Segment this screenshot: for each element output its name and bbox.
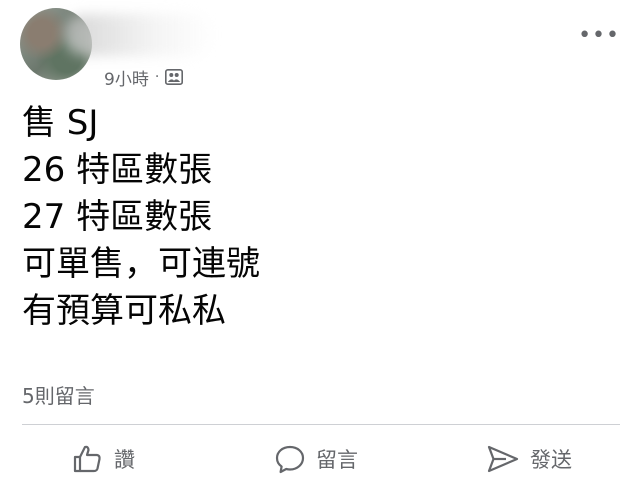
meta-separator: · <box>154 69 160 85</box>
like-label: 讚 <box>114 448 135 472</box>
like-button[interactable]: 讚 <box>72 434 135 484</box>
action-bar: 讚 留言 發送 <box>0 434 640 484</box>
thumbs-up-icon <box>72 443 104 475</box>
post-time[interactable]: 9小時 <box>104 65 149 90</box>
post-line: 可單售，可連號 <box>22 244 260 284</box>
comments-count[interactable]: 5則留言 <box>22 380 95 409</box>
post-text: 售 SJ 26 特區數張 27 特區數張 可單售，可連號 有預算可私私 <box>22 100 260 335</box>
send-arrow-icon <box>486 443 520 475</box>
post-line: 有預算可私私 <box>22 291 226 331</box>
send-button[interactable]: 發送 <box>486 434 572 484</box>
post-meta: 9小時 · <box>104 65 184 90</box>
post-line: 售 SJ <box>22 103 99 143</box>
post-line: 27 特區數張 <box>22 197 213 237</box>
comment-label: 留言 <box>316 448 358 472</box>
post-line: 26 特區數張 <box>22 150 213 190</box>
author-name-redacted[interactable] <box>64 14 214 56</box>
divider <box>22 424 620 425</box>
comment-bubble-icon <box>274 443 306 475</box>
send-label: 發送 <box>530 448 572 472</box>
more-options-icon[interactable]: ••• <box>578 25 620 47</box>
friends-icon <box>165 69 184 85</box>
comment-button[interactable]: 留言 <box>274 434 358 484</box>
